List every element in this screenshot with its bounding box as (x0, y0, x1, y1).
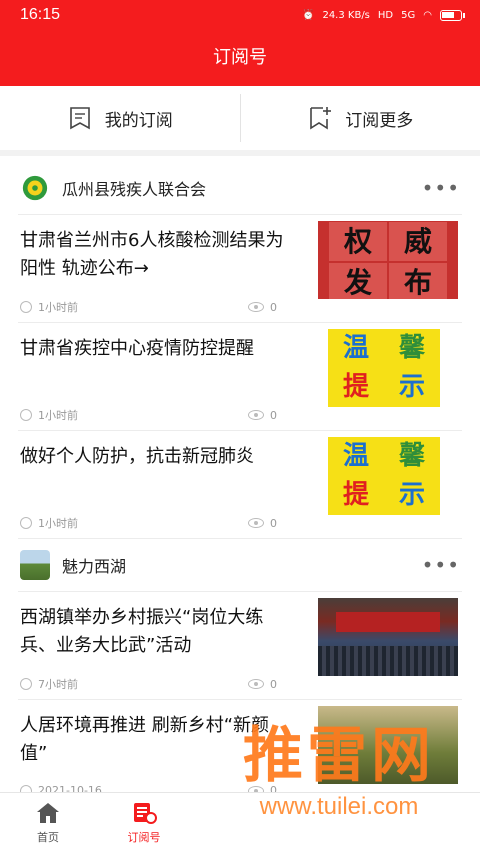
article-meta: 7小时前 0 (20, 676, 280, 692)
view-count: 0 (248, 409, 277, 422)
clock-icon (20, 784, 32, 792)
article-item[interactable]: 甘肃省疾控中心疫情防控提醒 1小时前 0 温 馨 提 示 (18, 323, 462, 431)
alarm-icon: ⏰ (302, 9, 315, 21)
article-title: 甘肃省兰州市6人核酸检测结果为阳性 轨迹公布→ (20, 230, 284, 279)
wifi-icon: ◠ (423, 9, 432, 21)
clock-icon (20, 409, 32, 421)
tab-subscriptions[interactable]: 订阅号 (96, 793, 192, 853)
source-header[interactable]: 瓜州县残疾人联合会 ••• (0, 162, 480, 214)
status-time: 16:15 (20, 6, 61, 23)
view-count-value: 0 (270, 300, 277, 314)
clock-icon (20, 517, 32, 529)
battery-icon (440, 9, 465, 21)
article-thumbnail: 温 馨 提 示 (328, 329, 440, 407)
eye-icon (248, 302, 264, 312)
my-subscriptions-label: 我的订阅 (104, 110, 173, 131)
more-options-icon[interactable]: ••• (422, 176, 460, 200)
signal-label: 5G (401, 9, 416, 21)
more-options-icon[interactable]: ••• (422, 553, 460, 577)
app-header: 16:15 ⏰ 24.3 KB/s HD 5G ◠ 订阅号 (0, 0, 480, 86)
article-title: 甘肃省疾控中心疫情防控提醒 (20, 338, 254, 359)
article-item[interactable]: 人居环境再推进 刷新乡村“新颜值” 2021-10-16 0 (18, 700, 462, 792)
article-item[interactable]: 甘肃省兰州市6人核酸检测结果为阳性 轨迹公布→ 1小时前 0 权 威 发 布 (18, 215, 462, 323)
tab-home[interactable]: 首页 (0, 793, 96, 853)
tab-subscriptions-label: 订阅号 (127, 831, 161, 844)
stage-banner (336, 612, 440, 632)
article-meta: 2021-10-16 0 (20, 784, 280, 792)
view-count: 0 (248, 301, 277, 314)
clock-icon (20, 678, 32, 690)
article-title: 做好个人防护，抗击新冠肺炎 (20, 446, 254, 467)
thumbnail-char: 发 (329, 263, 387, 299)
thumbnail-char: 馨 (398, 333, 425, 363)
article-item[interactable]: 做好个人防护，抗击新冠肺炎 1小时前 0 温 馨 提 示 (18, 431, 462, 539)
article-time: 7小时前 (38, 678, 78, 691)
subscribe-more-button[interactable]: 订阅更多 (241, 86, 480, 150)
source-header[interactable]: 魅力西湖 ••• (0, 539, 480, 591)
audience (318, 646, 458, 676)
eye-icon (248, 518, 264, 528)
view-count-value: 0 (270, 516, 277, 530)
article-thumbnail: 温 馨 提 示 (328, 437, 440, 515)
bottom-tab-bar: 首页 订阅号 (0, 792, 480, 853)
view-count-value: 0 (270, 784, 277, 792)
thumbnail-char: 温 (342, 441, 369, 471)
thumbnail-char: 馨 (398, 441, 425, 471)
my-subscriptions-button[interactable]: 我的订阅 (0, 86, 240, 150)
article-meta: 1小时前 0 (20, 299, 280, 315)
add-bookmark-icon (310, 107, 332, 130)
article-title: 西湖镇举办乡村振兴“岗位大练兵、业务大比武”活动 (20, 607, 264, 656)
thumbnail-char: 温 (342, 333, 369, 363)
list-flag-icon (69, 107, 90, 130)
article-time: 1小时前 (38, 409, 78, 422)
source-name: 魅力西湖 (62, 557, 127, 576)
thumbnail-char: 示 (398, 372, 425, 402)
article-meta: 1小时前 0 (20, 407, 280, 423)
article-time: 1小时前 (38, 301, 78, 314)
thumbnail-char: 提 (342, 372, 369, 402)
view-count-value: 0 (270, 677, 277, 691)
subscribe-more-label: 订阅更多 (345, 110, 414, 131)
subscription-icon (134, 803, 157, 824)
status-bar: 16:15 ⏰ 24.3 KB/s HD 5G ◠ (0, 0, 480, 30)
eye-icon (248, 679, 264, 689)
article-thumbnail: 权 威 发 布 (318, 221, 458, 299)
thumbnail-char: 权 (329, 222, 387, 261)
tab-home-label: 首页 (37, 831, 59, 844)
article-item[interactable]: 西湖镇举办乡村振兴“岗位大练兵、业务大比武”活动 7小时前 0 (18, 592, 462, 700)
article-meta: 1小时前 0 (20, 515, 280, 531)
view-count: 0 (248, 678, 277, 691)
view-count-value: 0 (270, 408, 277, 422)
thumbnail-char: 提 (342, 480, 369, 510)
thumbnail-char: 示 (398, 480, 425, 510)
subscription-bar: 我的订阅 订阅更多 (0, 86, 480, 156)
page-title: 订阅号 (213, 47, 267, 68)
home-icon (37, 803, 59, 823)
eye-icon (248, 410, 264, 420)
article-time: 2021-10-16 (38, 784, 102, 792)
view-count: 0 (248, 784, 277, 792)
clock-icon (20, 301, 32, 313)
hd-badge: HD (377, 9, 394, 21)
feed[interactable]: 瓜州县残疾人联合会 ••• 甘肃省兰州市6人核酸检测结果为阳性 轨迹公布→ 1小… (0, 162, 480, 792)
disability-federation-logo (20, 173, 50, 203)
article-thumbnail (318, 598, 458, 676)
thumbnail-char: 威 (389, 222, 447, 261)
thumbnail-char: 布 (389, 263, 447, 299)
source-name: 瓜州县残疾人联合会 (62, 180, 207, 199)
article-time: 1小时前 (38, 517, 78, 530)
west-lake-logo (20, 550, 50, 580)
view-count: 0 (248, 517, 277, 530)
net-speed: 24.3 KB/s (322, 9, 370, 21)
status-icons: ⏰ 24.3 KB/s HD 5G ◠ (302, 9, 465, 21)
article-title: 人居环境再推进 刷新乡村“新颜值” (20, 715, 270, 764)
article-thumbnail (318, 706, 458, 784)
